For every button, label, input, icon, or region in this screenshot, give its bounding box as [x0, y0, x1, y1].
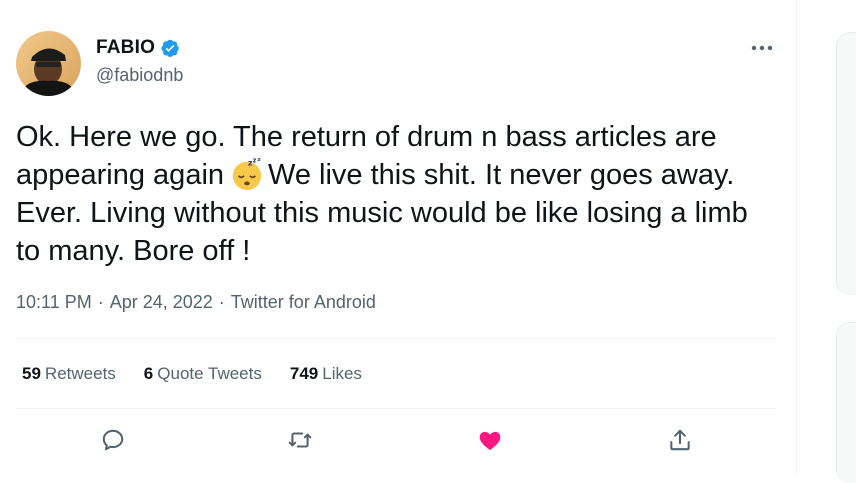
retweets-label: Retweets: [44, 364, 116, 383]
verified-badge-icon: [161, 39, 179, 58]
likes-count: 749: [289, 364, 319, 383]
divider: [16, 408, 776, 409]
like-button[interactable]: [476, 426, 504, 454]
meta-separator: ·: [97, 292, 104, 312]
reply-button[interactable]: [99, 426, 127, 454]
tweet-stats: 59 Retweets 6 Quote Tweets 749 Likes: [22, 364, 390, 384]
avatar[interactable]: [16, 31, 81, 96]
likes-label: Likes: [322, 364, 362, 383]
retweet-icon: [288, 432, 312, 448]
tweet-date[interactable]: Apr 24, 2022: [110, 292, 213, 313]
likes-stat[interactable]: 749 Likes: [290, 364, 362, 384]
svg-text:z: z: [257, 157, 261, 163]
tweet-source[interactable]: Twitter for Android: [231, 292, 376, 313]
display-name[interactable]: FABIO: [96, 37, 155, 59]
author-handle[interactable]: @fabiodnb: [96, 65, 183, 86]
share-icon: [670, 429, 690, 451]
retweets-stat[interactable]: 59 Retweets: [22, 364, 116, 384]
tweet-text: Ok. Here we go. The return of drum n bas…: [16, 118, 776, 270]
retweet-button[interactable]: [286, 426, 314, 454]
author-name-row[interactable]: FABIO: [96, 37, 180, 59]
meta-separator: ·: [218, 292, 225, 312]
sidebar-card: [836, 322, 856, 483]
quote-tweets-count: 6: [143, 364, 154, 383]
tweet-detail: FABIO @fabiodnb Ok. Here we go. The retu…: [0, 0, 796, 474]
sidebar-card: [836, 32, 856, 295]
quote-tweets-stat[interactable]: 6 Quote Tweets: [144, 364, 262, 384]
share-button[interactable]: [666, 426, 694, 454]
more-options-icon[interactable]: [748, 40, 776, 56]
quote-tweets-label: Quote Tweets: [157, 364, 262, 383]
divider: [16, 338, 776, 339]
tweet-actions: [0, 420, 796, 460]
tweet-meta: 10:11 PM · Apr 24, 2022 · Twitter for An…: [16, 292, 376, 313]
sleeping-face-emoji-icon: z z z: [232, 157, 261, 191]
reply-icon: [102, 429, 124, 451]
tweet-time[interactable]: 10:11 PM: [16, 292, 92, 313]
retweets-count: 59: [22, 364, 41, 383]
svg-text:z: z: [253, 157, 257, 165]
like-icon: [479, 431, 501, 451]
